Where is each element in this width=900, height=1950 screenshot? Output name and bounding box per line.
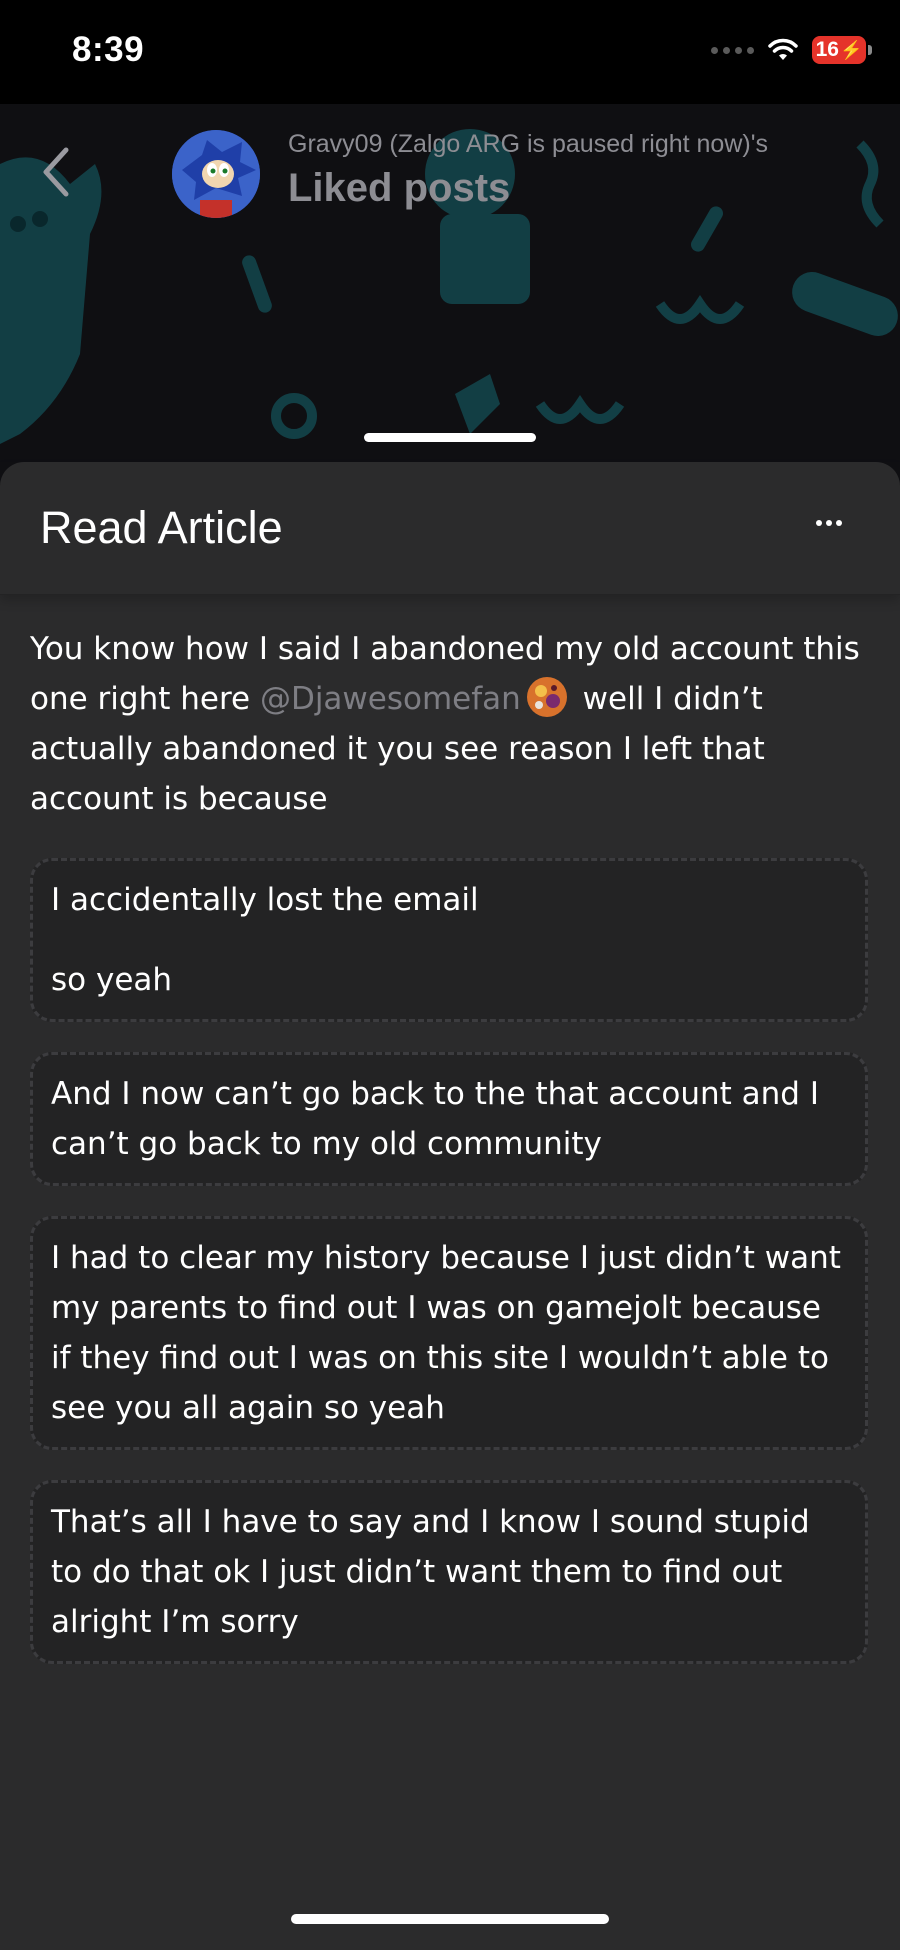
status-time: 8:39 [72,30,145,69]
back-button[interactable] [34,142,82,202]
quote-block: That’s all I have to say and I know I so… [30,1480,868,1664]
chevron-left-icon [43,147,69,197]
status-bar: 8:39 16 ⚡ [0,0,900,104]
sheet-grabber[interactable] [364,433,536,442]
header-background [0,104,900,484]
page-title: Liked posts [288,166,511,210]
wifi-icon [768,38,798,60]
article-intro: You know how I said I abandoned my old a… [30,624,870,824]
article-body: You know how I said I abandoned my old a… [30,624,870,1664]
status-indicators: 16 ⚡ [711,36,872,64]
quote-paragraph: so yeah [51,962,173,998]
mention-avatar-icon[interactable] [525,675,569,719]
sonic-avatar-image [172,130,260,218]
user-mention[interactable]: @Djawesomefan [260,681,521,717]
quote-paragraph: That’s all I have to say and I know I so… [51,1504,810,1640]
battery-level: 16 [815,38,839,61]
avatar[interactable] [172,130,260,218]
sheet-header: Read Article [0,462,900,595]
read-article-sheet: Read Article You know how I said I aband… [0,462,900,1950]
quote-block: I had to clear my history because I just… [30,1216,868,1450]
quote-block: I accidentally lost the email so yeah [30,858,868,1022]
quote-paragraph: And I now can’t go back to the that acco… [51,1076,819,1162]
profile-subtitle: Gravy09 (Zalgo ARG is paused right now)'… [288,130,768,158]
home-indicator[interactable] [291,1914,609,1924]
sheet-title: Read Article [40,502,283,553]
ellipsis-icon[interactable] [816,520,842,526]
signal-icon [711,46,754,54]
quote-paragraph: I accidentally lost the email [51,882,479,918]
quote-block: And I now can’t go back to the that acco… [30,1052,868,1186]
quote-paragraph: I had to clear my history because I just… [51,1240,841,1426]
battery-charging-icon: 16 ⚡ [812,36,872,64]
